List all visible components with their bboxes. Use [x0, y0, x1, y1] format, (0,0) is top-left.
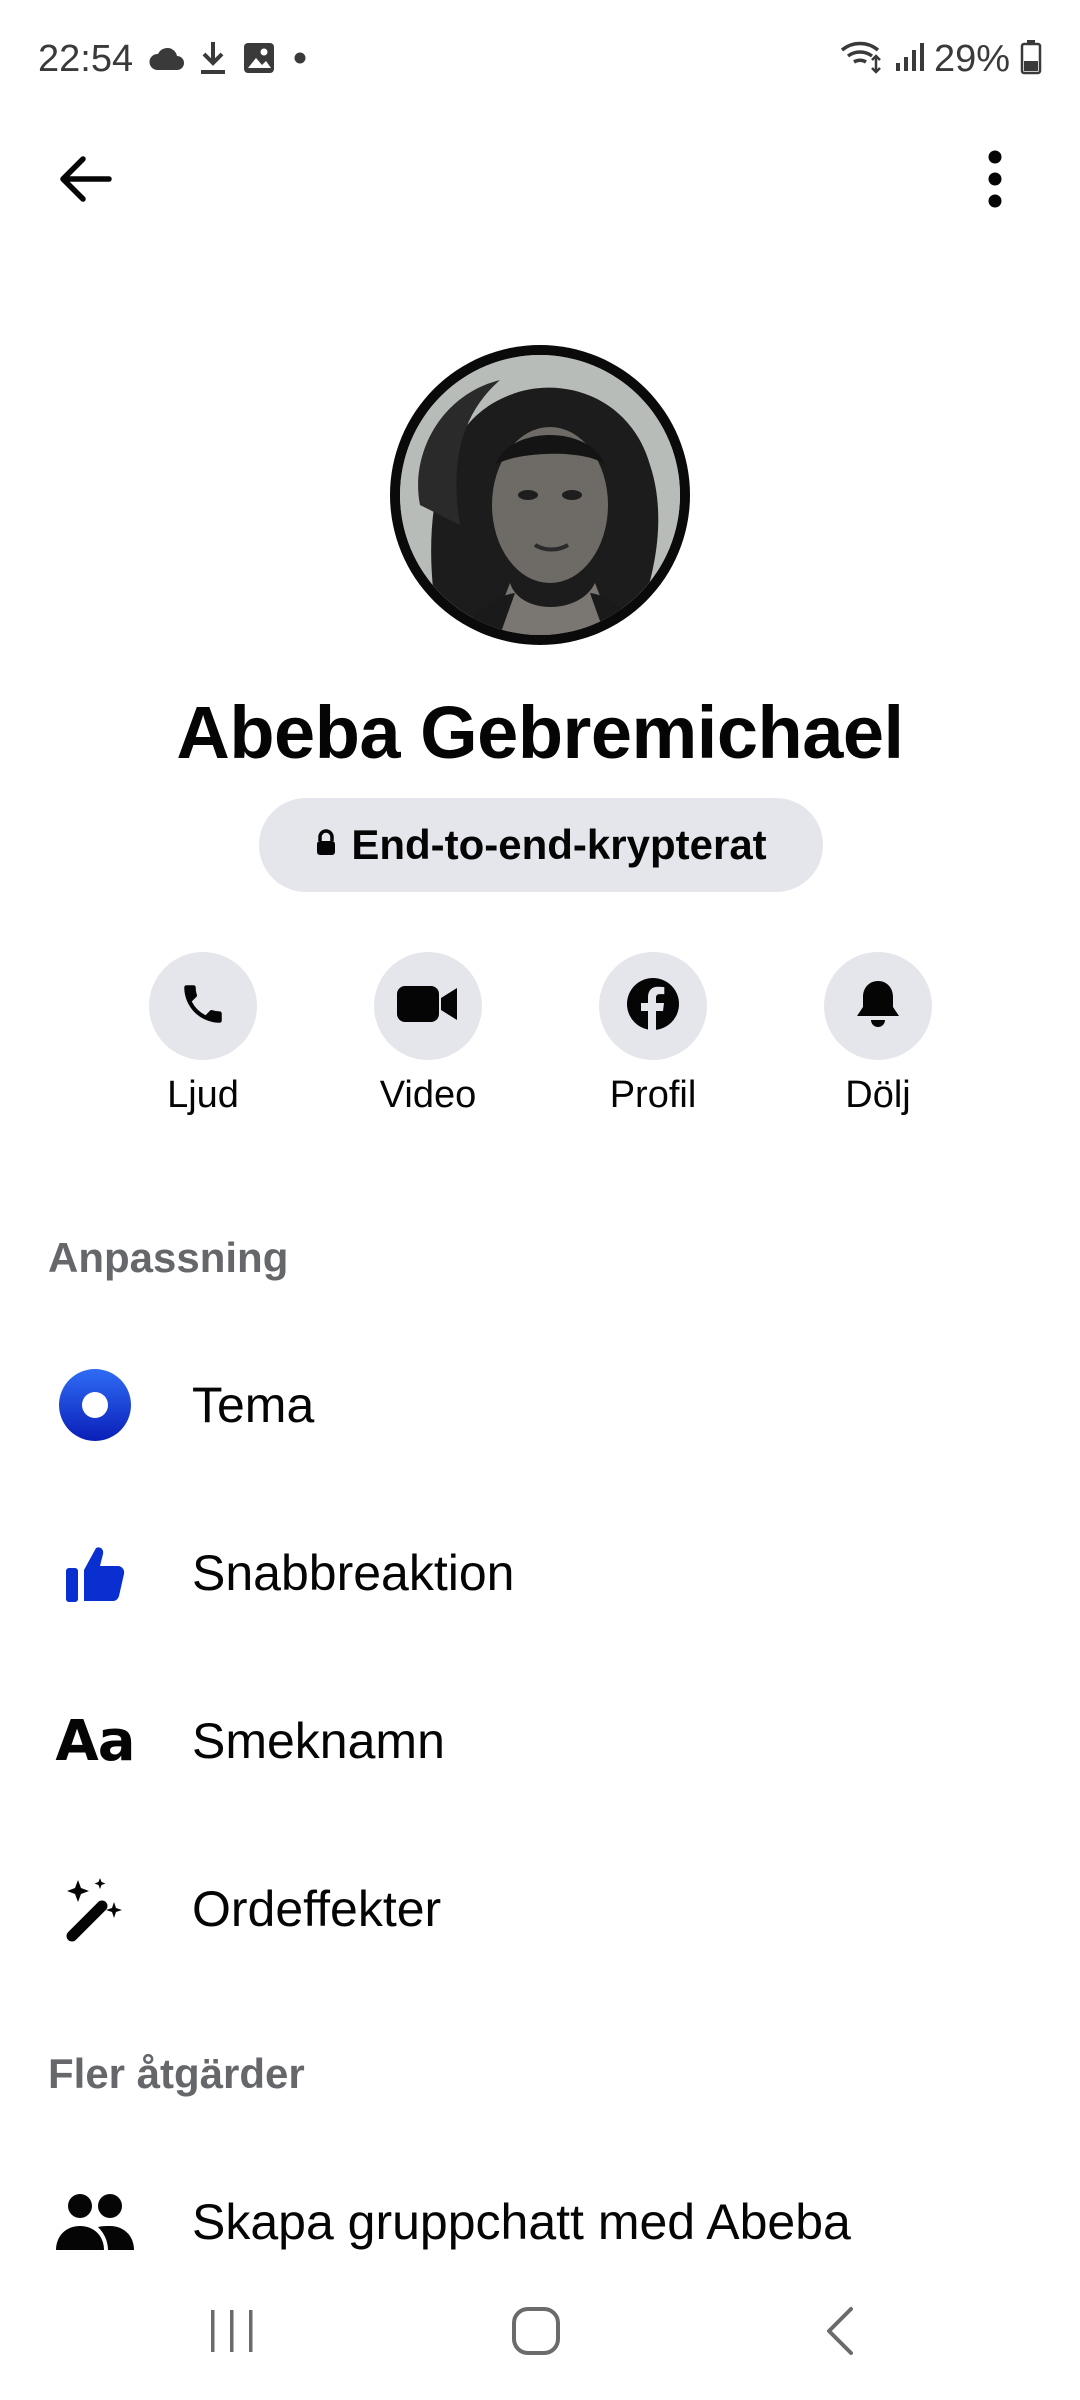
video-call-circle[interactable] — [374, 952, 482, 1060]
more-vertical-icon — [987, 149, 1003, 214]
phone-icon — [178, 979, 228, 1034]
lock-icon — [315, 828, 337, 862]
menu-label-quick-reaction: Snabbreaktion — [192, 1545, 515, 1601]
menu-item-nicknames[interactable]: Aa Smeknamn — [0, 1661, 1080, 1821]
menu-item-theme[interactable]: Tema — [0, 1325, 1080, 1485]
wifi-icon — [840, 40, 884, 79]
home-button[interactable] — [476, 2288, 596, 2378]
recent-apps-icon — [207, 2308, 257, 2359]
video-call-button[interactable]: Video — [328, 952, 528, 1117]
audio-call-label: Ljud — [167, 1074, 239, 1116]
thumbs-up-icon — [50, 1528, 140, 1618]
recent-apps-button[interactable] — [172, 2288, 292, 2378]
encryption-badge[interactable]: End-to-end-krypterat — [259, 798, 823, 892]
video-camera-icon — [397, 984, 459, 1029]
menu-label-nicknames: Smeknamn — [192, 1713, 445, 1769]
status-icons-right: 29% — [840, 38, 1042, 81]
profile-label: Profil — [609, 1074, 697, 1116]
signal-icon — [894, 41, 924, 78]
mute-circle[interactable] — [824, 952, 932, 1060]
section-header-more-actions: Fler åtgärder — [48, 2050, 305, 2097]
image-icon — [242, 41, 276, 80]
home-icon — [510, 2305, 562, 2362]
profile-circle[interactable] — [599, 952, 707, 1060]
magic-wand-icon — [50, 1864, 140, 1954]
mute-label: Dölj — [845, 1074, 911, 1116]
audio-call-button[interactable]: Ljud — [103, 952, 303, 1117]
more-options-button[interactable] — [950, 136, 1040, 226]
text-aa-icon: Aa — [50, 1696, 140, 1786]
dot-icon — [290, 48, 310, 73]
audio-call-circle[interactable] — [149, 952, 257, 1060]
profile-button[interactable]: Profil — [553, 952, 753, 1117]
menu-item-quick-reaction[interactable]: Snabbreaktion — [0, 1493, 1080, 1653]
action-buttons: Ljud Video Profil Dölj — [0, 952, 1080, 1132]
text-aa-glyph: Aa — [55, 1708, 135, 1774]
theme-circle-icon — [50, 1360, 140, 1450]
avatar-photo — [400, 355, 680, 635]
status-time: 22:54 — [38, 38, 134, 80]
profile-name: Abeba Gebremichael — [176, 691, 904, 774]
section-header-customize: Anpassning — [48, 1234, 289, 1281]
menu-label-theme: Tema — [192, 1377, 315, 1433]
people-icon — [50, 2177, 140, 2267]
menu-label-word-effects: Ordeffekter — [192, 1881, 442, 1937]
system-back-button[interactable] — [780, 2288, 900, 2378]
system-nav-bar — [0, 2268, 1080, 2400]
download-icon — [198, 40, 228, 81]
menu-item-word-effects[interactable]: Ordeffekter — [0, 1829, 1080, 1989]
back-button[interactable] — [40, 136, 130, 226]
status-bar: 22:54 29% — [0, 0, 1080, 126]
arrow-left-icon — [57, 155, 113, 208]
top-bar — [0, 126, 1080, 246]
chevron-left-icon — [823, 2305, 857, 2362]
cloud-icon — [148, 44, 184, 77]
battery-percent: 29% — [933, 38, 1010, 80]
video-call-label: Video — [379, 1074, 477, 1116]
facebook-icon — [626, 977, 680, 1036]
encryption-label: End-to-end-krypterat — [351, 821, 767, 868]
mute-button[interactable]: Dölj — [778, 952, 978, 1117]
battery-icon — [1020, 39, 1042, 80]
bell-icon — [854, 977, 902, 1036]
status-icons-left — [148, 40, 310, 81]
menu-label-create-group-chat: Skapa gruppchatt med Abeba — [192, 2194, 851, 2250]
avatar — [390, 345, 690, 645]
